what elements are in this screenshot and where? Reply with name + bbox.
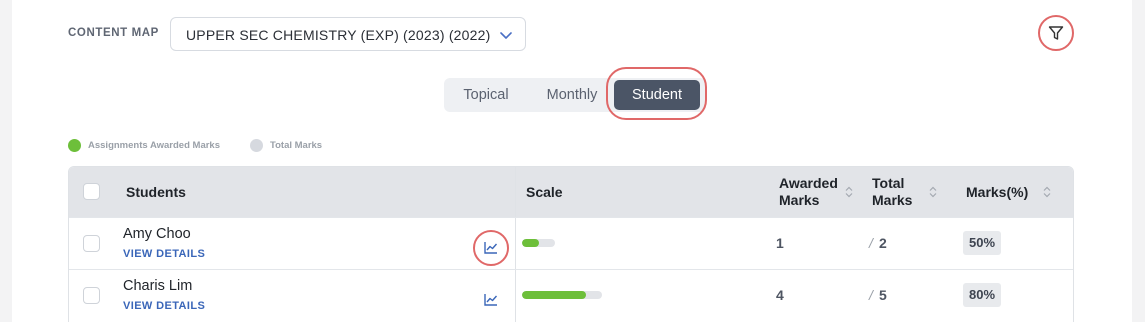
select-all-checkbox[interactable] [83,183,100,200]
awarded-marks: 4 [776,287,784,303]
view-details-link[interactable]: VIEW DETAILS [123,300,205,312]
student-name: Charis Lim [123,278,193,294]
legend-awarded-label: Assignments Awarded Marks [88,140,220,151]
legend-total-swatch [250,139,263,152]
sort-arrows-icon[interactable] [1043,186,1051,198]
performance-panel: CONTENT MAP UPPER SEC CHEMISTRY (EXP) (2… [12,0,1132,322]
header-students[interactable]: Students [126,184,186,201]
total-marks: 5 [879,287,887,303]
line-chart-icon[interactable] [484,293,498,306]
row-checkbox[interactable] [83,287,100,304]
marks-separator: / [869,235,873,251]
filter-funnel-icon [1048,26,1064,40]
marks-percent-badge: 50% [963,231,1002,255]
student-marks-table: Students Scale Awarded Marks Total Marks… [68,166,1074,322]
content-map-select[interactable]: UPPER SEC CHEMISTRY (EXP) (2023) (2022) [170,17,526,51]
marks-percent-badge: 80% [963,283,1002,307]
content-map-value: UPPER SEC CHEMISTRY (EXP) (2023) (2022) [186,27,491,43]
row-checkbox[interactable] [83,235,100,252]
sort-arrows-icon[interactable] [929,186,937,198]
header-scale: Scale [526,184,563,200]
chevron-down-icon [500,32,512,39]
chart-icon-highlight [473,230,509,266]
marks-separator: / [869,287,873,303]
tab-topical[interactable]: Topical [444,78,528,112]
sort-arrows-icon[interactable] [845,186,853,198]
header-total-line2[interactable]: Marks [872,192,912,209]
scale-bar-fill [522,291,586,299]
view-mode-tabs: Topical Monthly Student [444,78,706,112]
scale-bar [522,291,602,299]
scale-bar [522,239,555,247]
tab-student[interactable]: Student [614,80,700,110]
student-name: Amy Choo [123,226,191,242]
table-row: Charis Lim VIEW DETAILS 4 / 5 80% [69,269,1073,321]
header-total-line1[interactable]: Total [872,175,904,192]
legend-total-label: Total Marks [270,140,323,151]
content-map-label: CONTENT MAP [68,27,159,39]
scale-bar-fill [522,239,539,247]
filter-button[interactable] [1038,15,1074,51]
table-row: Amy Choo VIEW DETAILS 1 / 2 50% [69,217,1073,269]
view-details-link[interactable]: VIEW DETAILS [123,248,205,260]
table-header: Students Scale Awarded Marks Total Marks… [69,167,1073,217]
legend-awarded-swatch [68,139,81,152]
header-awarded-line1[interactable]: Awarded [779,175,838,192]
header-marks-percent[interactable]: Marks(%) [966,184,1028,201]
tab-monthly[interactable]: Monthly [530,78,614,112]
awarded-marks: 1 [776,235,784,251]
header-awarded-line2[interactable]: Marks [779,192,819,209]
total-marks: 2 [879,235,887,251]
